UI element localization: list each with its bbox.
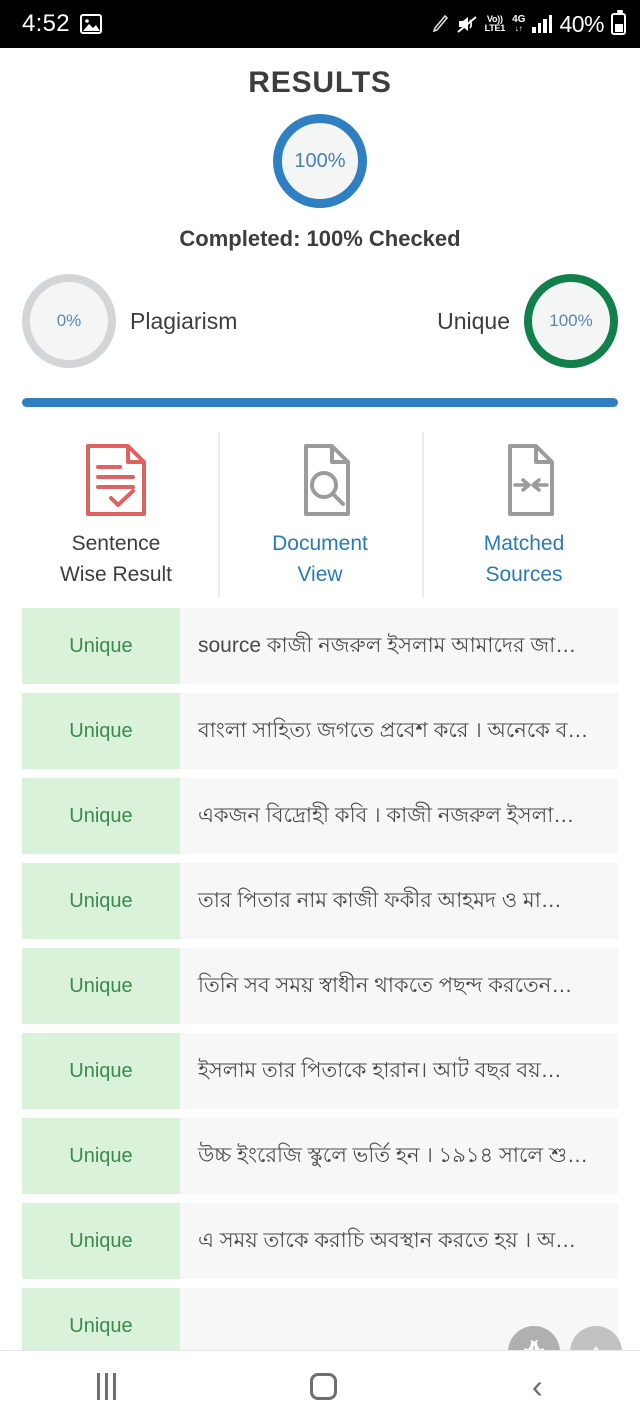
network-type-indicator: 4G ↓↑ [512,14,526,33]
unique-value: 100% [549,311,593,330]
document-checklist-icon [85,438,147,522]
tab-document-view-label: Document View [272,532,368,586]
tab-matched-sources[interactable]: Matched Sources [422,432,626,602]
tab-matched-sources-label: Matched Sources [483,532,565,586]
status-bar-right: Vo)) LTE1 4G ↓↑ 40% [431,10,626,38]
document-search-icon [289,438,351,522]
plagiarism-score: 0% Plagiarism [22,274,237,368]
sentence-text: এ সময় তাকে করাচি অবস্থান করতে হয় । অ… [198,1228,577,1252]
sentence-text: বাংলা সাহিত্য জগতে প্রবেশ করে । অনেকে ব… [198,718,589,742]
sentence-text: একজন বিদ্রোহী কবি । কাজী নজরুল ইসলা… [198,803,575,827]
battery-icon [611,10,626,35]
document-match-icon [493,438,555,522]
recents-icon[interactable] [97,1373,117,1400]
score-summary: 0% Plagiarism Unique 100% [0,274,640,368]
tab-document-view[interactable]: Document View [218,432,422,602]
sentence-text: ইসলাম তার পিতাকে হারান। আট বছর বয়… [198,1058,562,1082]
overall-progress-value: 100% [294,149,346,172]
tab-sentence-wise-result[interactable]: Sentence Wise Result [14,432,218,602]
status-badge: Unique [22,1033,180,1109]
sentence-text: উচ্চ ইংরেজি স্কুলে ভর্তি হন । ১৯১৪ সালে … [198,1143,588,1167]
table-row[interactable]: Unique source কাজী নজরুল ইসলাম আমাদের জা… [22,608,618,684]
page-title: RESULTS [248,66,392,99]
back-icon[interactable]: ‹ [532,1370,543,1403]
status-badge: Unique [22,863,180,939]
system-navigation-bar: ‹ [0,1350,640,1422]
home-icon[interactable] [310,1373,338,1400]
progress-donut-wrap: 100% [0,114,640,208]
table-row[interactable]: Unique ইসলাম তার পিতাকে হারান। আট বছর বয… [22,1033,618,1109]
table-row[interactable]: Unique একজন বিদ্রোহী কবি । কাজী নজরুল ইস… [22,778,618,854]
status-bar-left: 4:52 [22,10,102,38]
sentence-text: তিনি সব সময় স্বাধীন থাকতে পছন্দ করতেন… [198,973,573,997]
status-badge: Unique [22,778,180,854]
status-badge: Unique [22,1118,180,1194]
sentence-text: source কাজী নজরুল ইসলাম আমাদের জা… [198,633,577,657]
sentence-results-list[interactable]: Unique source কাজী নজরুল ইসলাম আমাদের জা… [0,608,640,1364]
status-time: 4:52 [22,10,70,37]
status-badge: Unique [22,608,180,684]
signal-bars-icon [532,15,553,33]
overall-progress-donut: 100% [273,114,367,208]
unique-label: Unique [437,307,510,334]
tab-sentence-wise-result-label: Sentence Wise Result [59,532,173,586]
volte-indicator: Vo)) LTE1 [484,14,506,33]
plagiarism-donut: 0% [22,274,116,368]
results-page: RESULTS 100% Completed: 100% Checked 0% … [0,48,640,1422]
plagiarism-value: 0% [56,311,82,330]
table-row[interactable]: Unique তিনি সব সময় স্বাধীন থাকতে পছন্দ … [22,948,618,1024]
table-row[interactable]: Unique তার পিতার নাম কাজী ফকীর আহমদ ও মা… [22,863,618,939]
completed-status-text: Completed: 100% Checked [179,226,461,251]
pencil-icon [431,14,449,34]
speaker-mute-icon [456,14,478,34]
status-badge: Unique [22,948,180,1024]
plagiarism-label: Plagiarism [130,307,238,334]
table-row[interactable]: Unique উচ্চ ইংরেজি স্কুলে ভর্তি হন । ১৯১… [22,1118,618,1194]
image-icon [79,14,102,34]
status-badge: Unique [22,693,180,769]
unique-score: Unique 100% [437,274,618,368]
unique-donut: 100% [524,274,618,368]
sentence-text: তার পিতার নাম কাজী ফকীর আহমদ ও মা… [198,888,562,912]
status-badge: Unique [22,1203,180,1279]
table-row[interactable]: Unique বাংলা সাহিত্য জগতে প্রবেশ করে । অ… [22,693,618,769]
battery-percent: 40% [559,10,604,37]
table-row[interactable]: Unique এ সময় তাকে করাচি অবস্থান করতে হয… [22,1203,618,1279]
status-bar: 4:52 Vo)) LTE1 4G ↓↑ 40% [0,0,640,48]
section-divider-bar [22,398,618,407]
view-tabs: Sentence Wise Result Document View Match… [0,432,640,602]
